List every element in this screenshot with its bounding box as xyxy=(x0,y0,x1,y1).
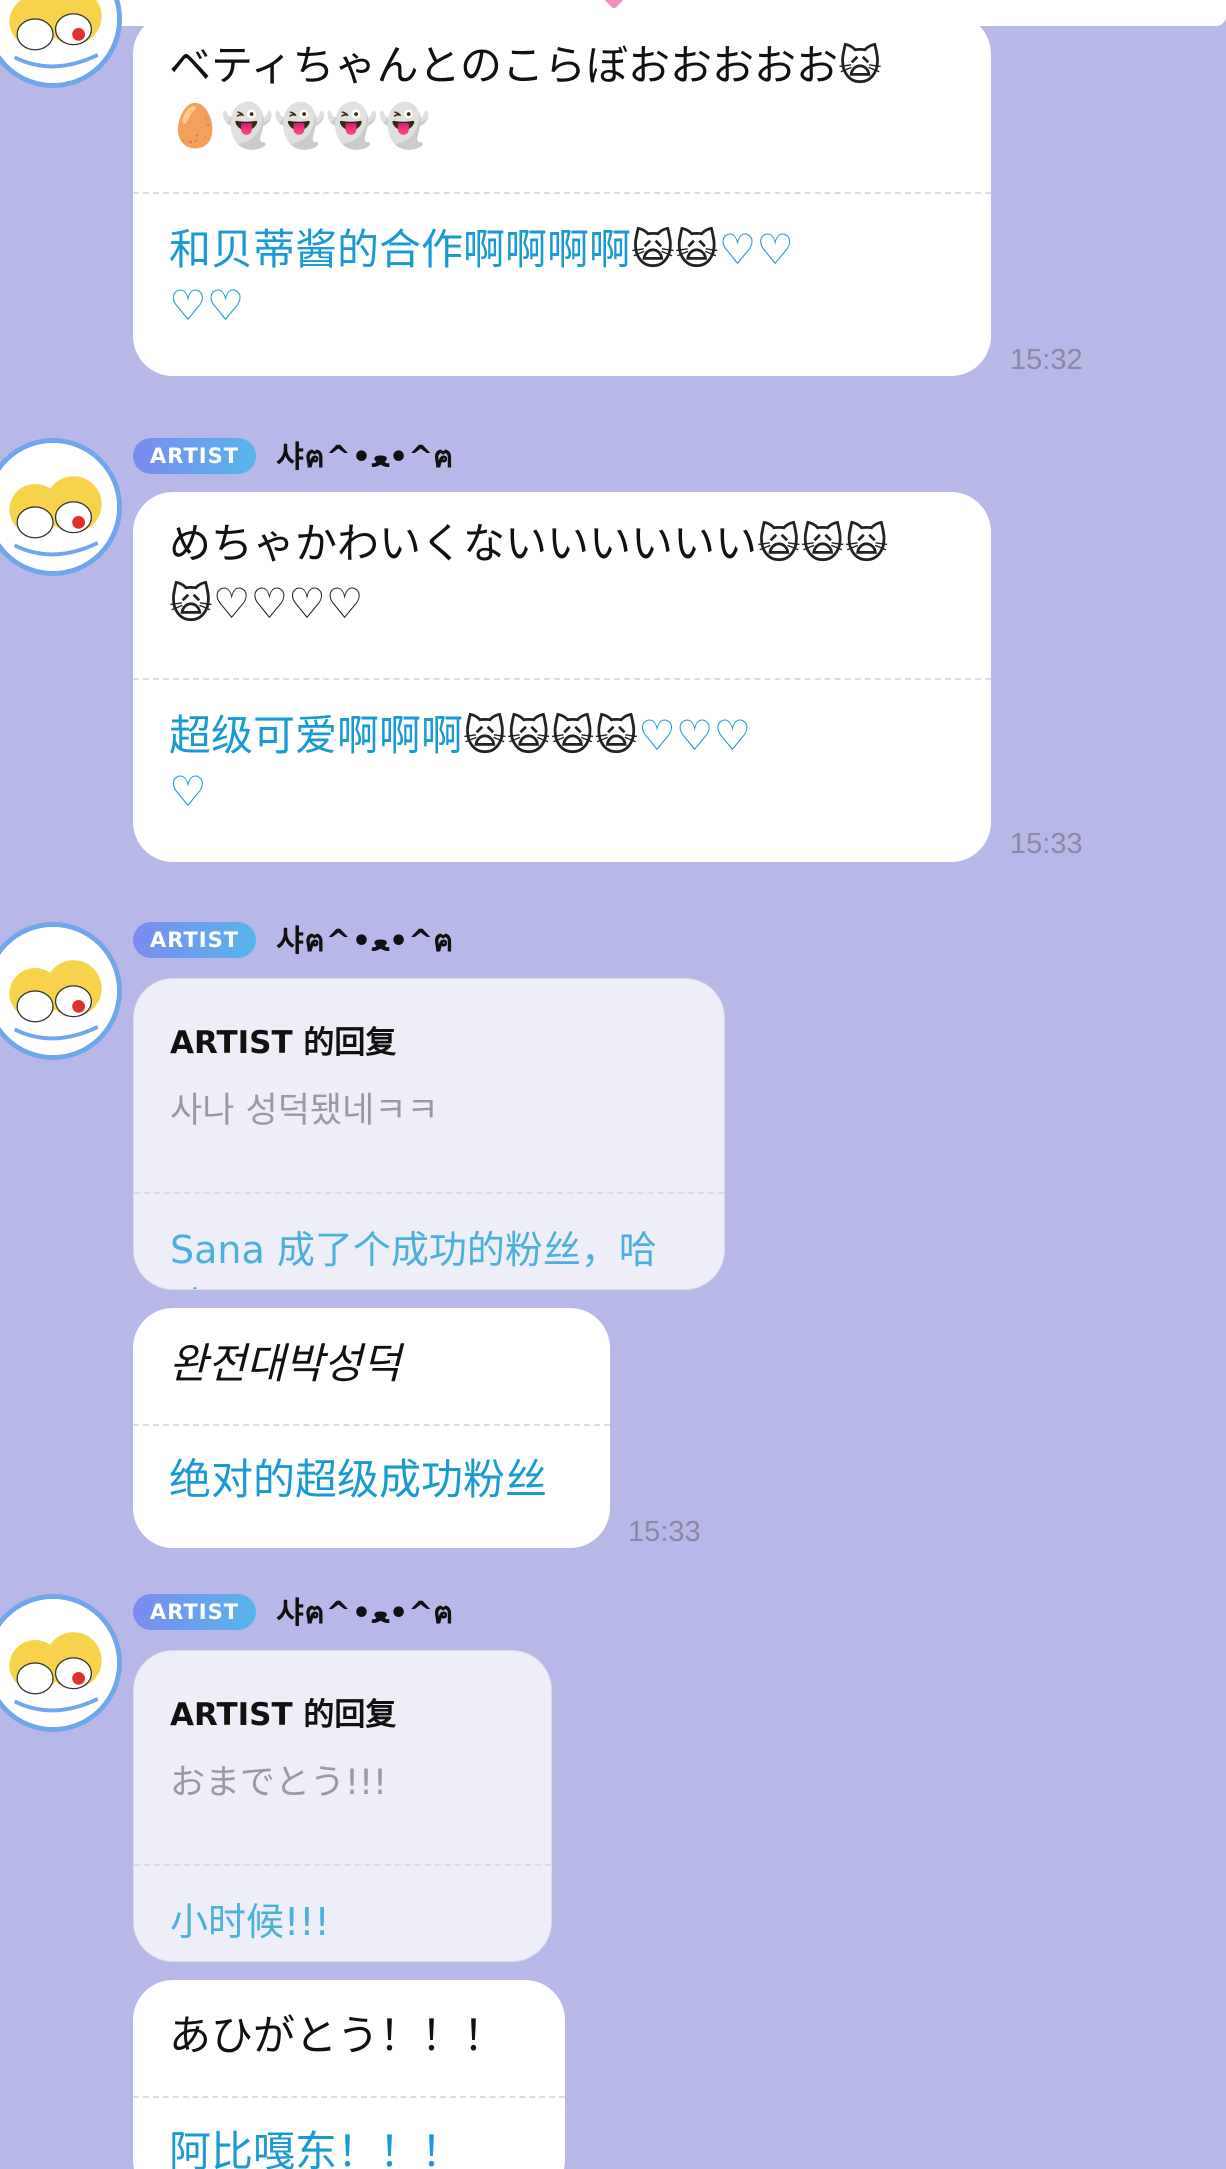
artist-badge: ARTIST xyxy=(133,1594,257,1630)
sender-name[interactable]: 샤ฅ^•ﻌ•^ฅ xyxy=(276,1588,454,1637)
message-time: 15:33 xyxy=(1010,828,1083,860)
cartoon-cats-avatar-icon xyxy=(0,0,117,83)
pink-diamond-icon xyxy=(602,0,626,10)
message-translation-text: 阿比嘎东！！！ xyxy=(169,2127,464,2169)
avatar[interactable] xyxy=(0,1594,122,1732)
avatar[interactable] xyxy=(0,922,122,1060)
avatar[interactable] xyxy=(0,0,122,88)
reply-translation: 小时候!!! xyxy=(170,1900,330,1944)
message-translation-text: 和贝蒂酱的合作啊啊啊啊🙀🙀♡♡ ♡♡ xyxy=(169,225,794,330)
message-original-line1: ベティちゃんとのこらぼおおおおお🙀 xyxy=(169,41,882,90)
reply-heading: ARTIST 的回复 xyxy=(170,1697,397,1733)
sender-row: ARTIST 샤ฅ^•ﻌ•^ฅ xyxy=(133,437,454,475)
sender-row: ARTIST 샤ฅ^•ﻌ•^ฅ xyxy=(133,921,454,959)
message-original-text: めちゃかわいくないいいいいい🙀🙀🙀 🙀♡♡♡♡ xyxy=(169,519,889,628)
message-original-text: あひがとう！！！ xyxy=(169,2011,506,2060)
message-translation-text: 超级可爱啊啊啊🙀🙀🙀🙀♡♡♡ ♡ xyxy=(169,711,752,816)
cartoon-cats-avatar-icon xyxy=(0,443,117,571)
message-bubble[interactable]: あひがとう！！！ 阿比嘎东！！！ xyxy=(133,1980,565,2169)
reply-quote: おまでとう!!! xyxy=(170,1763,388,1803)
message-bubble[interactable]: ベティちゃんとのこらぼおおおおお🙀 🥚👻👻👻👻 和贝蒂酱的合作啊啊啊啊🙀🙀♡♡ … xyxy=(133,14,991,376)
reply-translation: Sana 成了个成功的粉丝，哈哈 xyxy=(170,1228,657,1289)
cartoon-cats-avatar-icon xyxy=(0,927,117,1055)
sender-name[interactable]: 샤ฅ^•ﻌ•^ฅ xyxy=(276,916,454,965)
reply-heading: ARTIST 的回复 xyxy=(170,1025,397,1061)
message-original-text: 완전대박성덕 xyxy=(169,1339,401,1388)
artist-badge: ARTIST xyxy=(133,438,257,474)
message-original-text: ベティちゃんとのこらぼおおおおお🙀 🥚👻👻👻👻 xyxy=(133,14,991,192)
message-time: 15:33 xyxy=(628,1516,701,1548)
cartoon-cats-avatar-icon xyxy=(0,1599,117,1727)
sender-row: ARTIST 샤ฅ^•ﻌ•^ฅ xyxy=(133,1593,454,1631)
message-bubble[interactable]: めちゃかわいくないいいいいい🙀🙀🙀 🙀♡♡♡♡ 超级可爱啊啊啊🙀🙀🙀🙀♡♡♡ ♡ xyxy=(133,492,991,862)
reply-bubble[interactable]: ARTIST 的回复 사나 성덕됐네ㅋㅋ Sana 成了个成功的粉丝，哈哈 xyxy=(133,978,725,1290)
message-translation-text: 绝对的超级成功粉丝 xyxy=(169,1455,548,1504)
message-bubble[interactable]: 완전대박성덕 绝对的超级成功粉丝 xyxy=(133,1308,610,1548)
avatar[interactable] xyxy=(0,438,122,576)
message-original-line2: 🥚👻👻👻👻 xyxy=(169,101,431,150)
artist-badge: ARTIST xyxy=(133,922,257,958)
chat-screen: ベティちゃんとのこらぼおおおおお🙀 🥚👻👻👻👻 和贝蒂酱的合作啊啊啊啊🙀🙀♡♡ … xyxy=(0,0,1226,2169)
sender-name[interactable]: 샤ฅ^•ﻌ•^ฅ xyxy=(276,432,454,481)
reply-quote: 사나 성덕됐네ㅋㅋ xyxy=(170,1091,439,1131)
reply-bubble[interactable]: ARTIST 的回复 おまでとう!!! 小时候!!! xyxy=(133,1650,552,1962)
message-time: 15:32 xyxy=(1010,344,1083,376)
